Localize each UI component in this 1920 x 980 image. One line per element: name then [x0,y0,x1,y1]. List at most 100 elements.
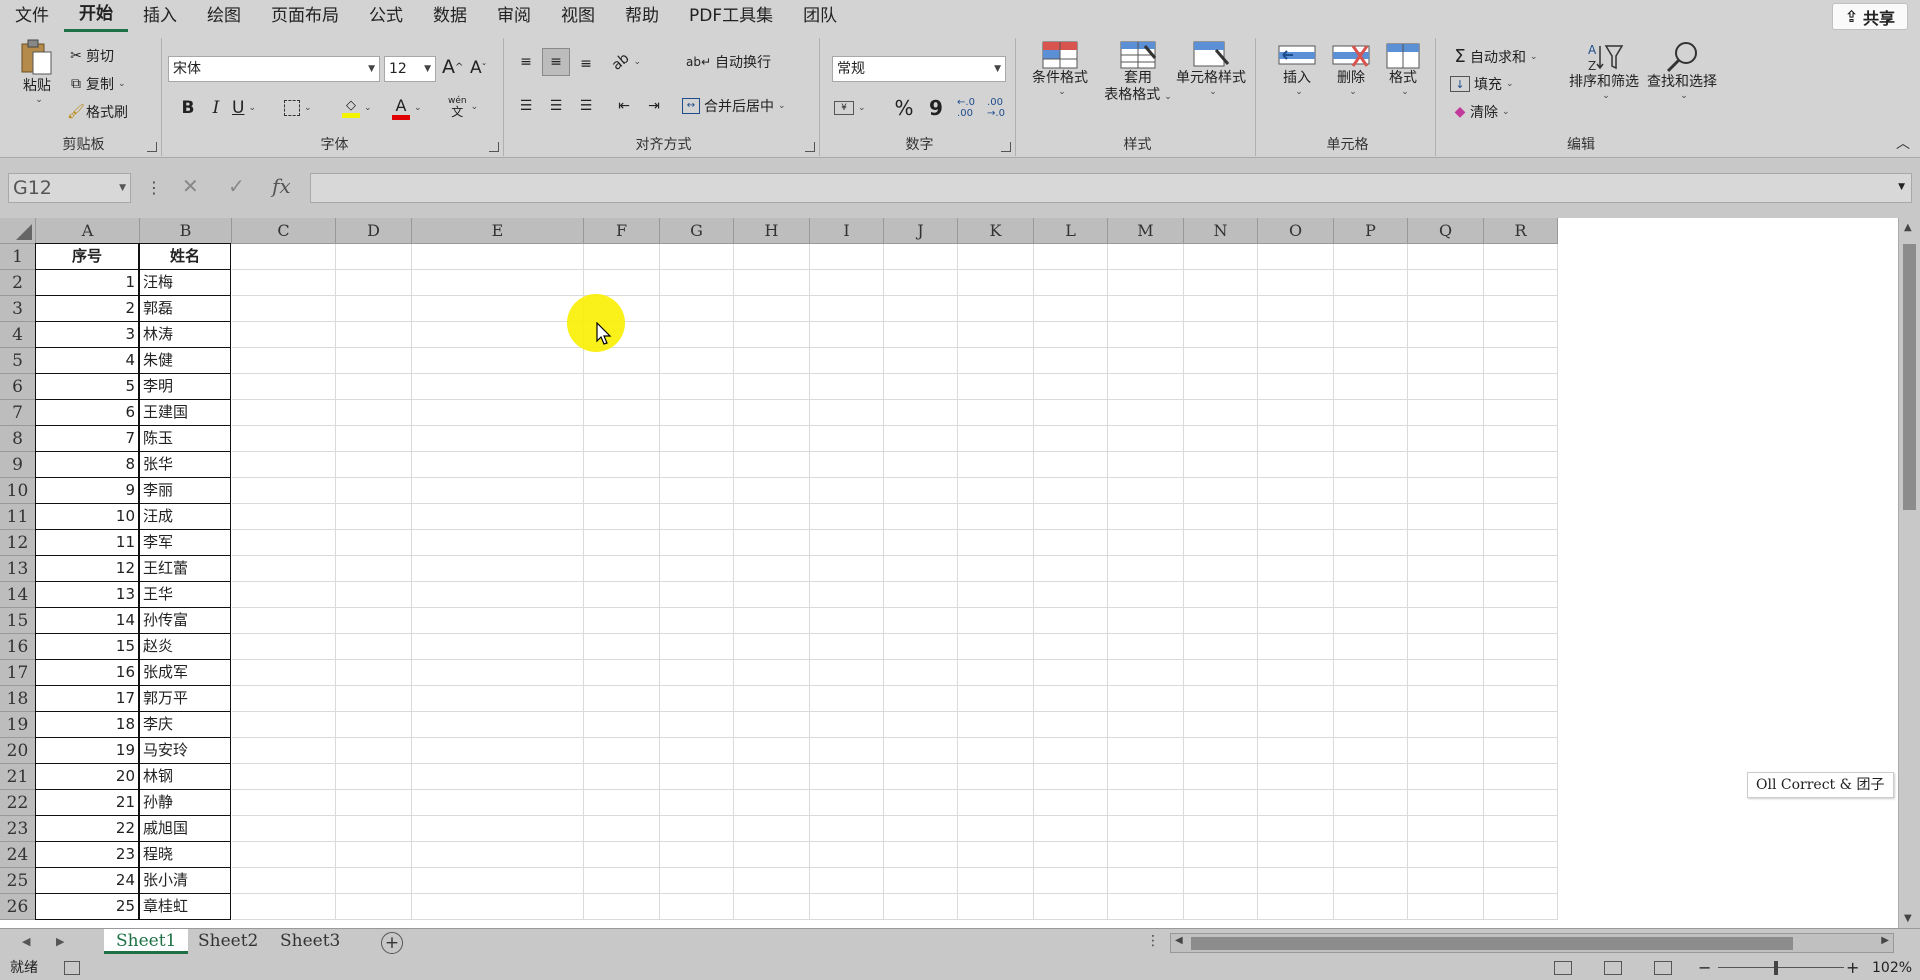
cell-l12[interactable] [1034,530,1108,556]
cell-d18[interactable] [336,686,412,712]
cell-q21[interactable] [1408,764,1484,790]
cell-d2[interactable] [336,270,412,296]
row-header-2[interactable]: 2 [0,270,36,296]
clear-button[interactable]: ◆ 清除 ⌄ [1450,102,1510,122]
cell-e18[interactable] [412,686,584,712]
column-header-g[interactable]: G [660,218,734,244]
cell-g1[interactable] [660,244,734,270]
zoom-slider[interactable] [1718,967,1844,968]
cell-q16[interactable] [1408,634,1484,660]
cell-b20[interactable]: 马安玲 [139,737,231,764]
cell-n20[interactable] [1184,738,1258,764]
next-sheet-icon[interactable]: ▶ [56,935,64,948]
cell-f6[interactable] [584,374,660,400]
column-header-p[interactable]: P [1334,218,1408,244]
cell-d22[interactable] [336,790,412,816]
cell-m12[interactable] [1108,530,1184,556]
menu-tab-6[interactable]: 数据 [418,0,482,32]
cell-j2[interactable] [884,270,958,296]
cell-o20[interactable] [1258,738,1334,764]
cell-l11[interactable] [1034,504,1108,530]
cell-g20[interactable] [660,738,734,764]
cell-f14[interactable] [584,582,660,608]
worksheet-grid[interactable]: ABCDEFGHIJKLMNOPQR 1 2 3 4 5 6 7 8 9 10 11 12 13 14 15… [0,218,1920,928]
cell-p1[interactable] [1334,244,1408,270]
cell-r21[interactable] [1484,764,1558,790]
zoom-slider-thumb[interactable] [1774,961,1778,975]
cell-k2[interactable] [958,270,1034,296]
cell-i18[interactable] [810,686,884,712]
row-header-15[interactable]: 15 [0,608,36,634]
cell-f21[interactable] [584,764,660,790]
more-options-icon[interactable]: ⋮ [146,178,162,197]
cell-b19[interactable]: 李庆 [139,711,231,738]
cell-k16[interactable] [958,634,1034,660]
grow-font-button[interactable]: A ^ [442,56,463,78]
cell-l7[interactable] [1034,400,1108,426]
cell-l1[interactable] [1034,244,1108,270]
cell-g12[interactable] [660,530,734,556]
cell-d11[interactable] [336,504,412,530]
cell-m19[interactable] [1108,712,1184,738]
cell-e9[interactable] [412,452,584,478]
cell-a20[interactable]: 19 [35,737,139,764]
cell-q20[interactable] [1408,738,1484,764]
cell-i24[interactable] [810,842,884,868]
cell-o11[interactable] [1258,504,1334,530]
cell-e2[interactable] [412,270,584,296]
cell-p20[interactable] [1334,738,1408,764]
cell-h21[interactable] [734,764,810,790]
cell-p26[interactable] [1334,894,1408,920]
cell-i11[interactable] [810,504,884,530]
cell-c23[interactable] [232,816,336,842]
cell-e19[interactable] [412,712,584,738]
cell-e7[interactable] [412,400,584,426]
cell-r5[interactable] [1484,348,1558,374]
cell-m4[interactable] [1108,322,1184,348]
cell-b1[interactable]: 姓名 [139,243,231,270]
cell-r12[interactable] [1484,530,1558,556]
cell-k4[interactable] [958,322,1034,348]
cell-j23[interactable] [884,816,958,842]
row-header-24[interactable]: 24 [0,842,36,868]
cell-l24[interactable] [1034,842,1108,868]
cell-d17[interactable] [336,660,412,686]
cell-c17[interactable] [232,660,336,686]
cell-c1[interactable] [232,244,336,270]
zoom-level[interactable]: 102% [1872,956,1912,980]
cell-b2[interactable]: 汪梅 [139,269,231,296]
cell-b3[interactable]: 郭磊 [139,295,231,322]
cell-f26[interactable] [584,894,660,920]
cell-j8[interactable] [884,426,958,452]
column-header-i[interactable]: I [810,218,884,244]
cell-b5[interactable]: 朱健 [139,347,231,374]
cell-e11[interactable] [412,504,584,530]
cell-j7[interactable] [884,400,958,426]
cell-a25[interactable]: 24 [35,867,139,894]
cell-r25[interactable] [1484,868,1558,894]
cell-f23[interactable] [584,816,660,842]
cell-m8[interactable] [1108,426,1184,452]
cell-o1[interactable] [1258,244,1334,270]
cell-l18[interactable] [1034,686,1108,712]
cell-f9[interactable] [584,452,660,478]
cell-q15[interactable] [1408,608,1484,634]
cell-a26[interactable]: 25 [35,893,139,920]
macro-record-icon[interactable] [64,961,80,975]
row-header-9[interactable]: 9 [0,452,36,478]
cell-h15[interactable] [734,608,810,634]
cell-k13[interactable] [958,556,1034,582]
cell-l25[interactable] [1034,868,1108,894]
fill-color-button[interactable]: ◇ ⌄ [342,94,372,122]
cell-b22[interactable]: 孙静 [139,789,231,816]
accounting-format-button[interactable]: ¥ ⌄ [834,94,866,122]
copy-button[interactable]: ⧉ 复制 ⌄ [66,74,126,94]
cell-o17[interactable] [1258,660,1334,686]
cell-o9[interactable] [1258,452,1334,478]
cell-n1[interactable] [1184,244,1258,270]
column-header-n[interactable]: N [1184,218,1258,244]
cell-f11[interactable] [584,504,660,530]
share-button[interactable]: ⇪ 共享 [1831,3,1908,30]
cell-l6[interactable] [1034,374,1108,400]
cell-m16[interactable] [1108,634,1184,660]
